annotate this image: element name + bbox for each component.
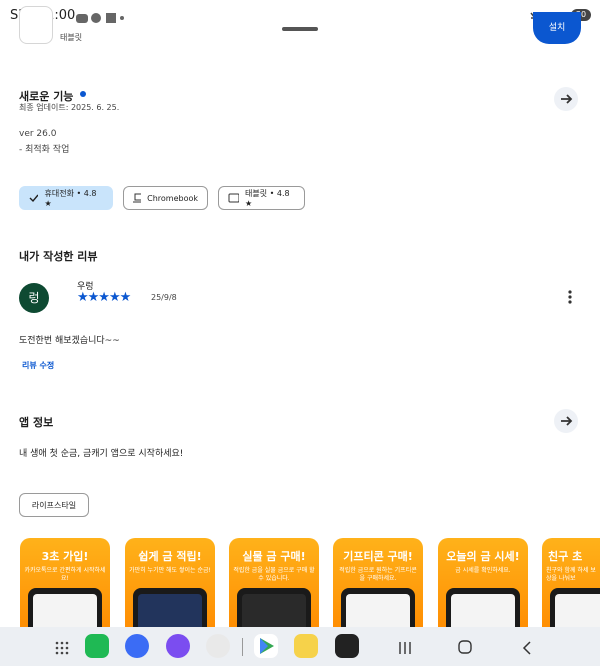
edit-review-link[interactable]: 리뷰 수정 xyxy=(22,360,54,371)
screenshot-5[interactable]: 오늘의 금 시세! 금 시세를 확인하세요. xyxy=(438,538,528,638)
arrow-right-icon xyxy=(561,94,573,104)
recent-app-icon[interactable] xyxy=(335,634,359,658)
screenshot-subtitle: 적립한 금을 실물 금으로 구매 할 수 있습니다. xyxy=(233,567,315,582)
install-button[interactable]: 설치 xyxy=(533,12,581,44)
screenshot-title: 3초 가입! xyxy=(41,550,89,563)
camera-app-icon[interactable] xyxy=(206,634,230,658)
screenshot-subtitle: 카카오톡으로 간편하게 시작하세요! xyxy=(24,567,106,582)
category-chip[interactable]: 라이프스타일 xyxy=(19,493,89,517)
screenshot-2[interactable]: 쉽게 금 적립! 가만히 누기만 해도 쌓이는 순금! xyxy=(125,538,215,638)
new-dot xyxy=(80,91,86,97)
play-store-icon[interactable] xyxy=(254,634,278,658)
app-description: 내 생애 첫 순금, 금캐기 앱으로 시작하세요! xyxy=(19,449,184,459)
drag-handle[interactable] xyxy=(282,27,318,31)
app-icon xyxy=(19,6,53,44)
phone-app-icon[interactable] xyxy=(85,634,109,658)
avatar: 렁 xyxy=(19,283,49,313)
review-text: 도전한번 해보겠습니다~~ xyxy=(19,336,120,346)
my-review-title: 내가 작성한 리뷰 xyxy=(19,250,98,263)
screenshot-subtitle: 친구와 함께 하세 보상을 나눠보 xyxy=(546,567,596,582)
screenshot-4[interactable]: 기프티콘 구매! 적립한 금으로 원하는 기프티콘을 구매하세요. xyxy=(333,538,423,638)
screenshot-subtitle: 적립한 금으로 원하는 기프티콘을 구매하세요. xyxy=(339,567,417,582)
internet-app-icon[interactable] xyxy=(166,634,190,658)
screenshot-title: 실물 금 구매! xyxy=(242,550,306,563)
tablet-icon xyxy=(228,193,240,203)
messages-app-icon[interactable] xyxy=(125,634,149,658)
screenshot-3[interactable]: 실물 금 구매! 적립한 금을 실물 금으로 구매 할 수 있습니다. xyxy=(229,538,319,638)
notification-icons xyxy=(76,9,126,28)
check-icon xyxy=(29,194,39,203)
screenshot-title: 친구 초 xyxy=(548,550,583,563)
whats-new-arrow-button[interactable] xyxy=(554,87,578,111)
screenshot-1[interactable]: 3초 가입! 카카오톡으로 간편하게 시작하세요! xyxy=(20,538,110,638)
rating-stars: ★★★★★ xyxy=(77,290,131,305)
version-text: ver 26.0 xyxy=(19,129,57,139)
chip-tablet[interactable]: 태블릿 • 4.8 ★ xyxy=(218,186,305,210)
device-tag: 태블릿 xyxy=(60,33,83,42)
screenshot-title: 쉽게 금 적립! xyxy=(138,550,202,563)
chip-chromebook[interactable]: Chromebook xyxy=(123,186,208,210)
gold-app-icon[interactable] xyxy=(294,634,318,658)
chip-phone[interactable]: 휴대전화 • 4.8 ★ xyxy=(19,186,113,210)
back-button[interactable] xyxy=(522,640,532,659)
chip-phone-label: 휴대전화 • 4.8 ★ xyxy=(44,189,97,208)
recents-button[interactable] xyxy=(399,640,411,659)
screenshot-6[interactable]: 친구 초 친구와 함께 하세 보상을 나눠보 xyxy=(542,538,600,638)
screenshot-subtitle: 금 시세를 확인하세요. xyxy=(455,567,511,574)
home-button[interactable] xyxy=(458,639,472,658)
laptop-icon xyxy=(133,193,142,203)
chip-chromebook-label: Chromebook xyxy=(147,193,198,203)
app-info-arrow-button[interactable] xyxy=(554,409,578,433)
more-vertical-icon xyxy=(568,290,572,304)
review-date: 25/9/8 xyxy=(151,293,177,302)
app-info-title: 앱 정보 xyxy=(19,416,54,429)
screenshot-title: 오늘의 금 시세! xyxy=(446,550,520,563)
screenshot-title: 기프티콘 구매! xyxy=(343,550,413,563)
app-drawer-icon[interactable] xyxy=(55,640,69,659)
screenshot-subtitle: 가만히 누기만 해도 쌓이는 순금! xyxy=(129,567,211,574)
more-options-button[interactable] xyxy=(565,289,575,309)
chip-tablet-label: 태블릿 • 4.8 ★ xyxy=(245,189,290,208)
last-updated: 최종 업데이트: 2025. 6. 25. xyxy=(19,103,120,112)
arrow-right-icon xyxy=(561,416,573,426)
dock-divider xyxy=(242,638,243,656)
update-note: - 최적화 작업 xyxy=(19,145,70,155)
